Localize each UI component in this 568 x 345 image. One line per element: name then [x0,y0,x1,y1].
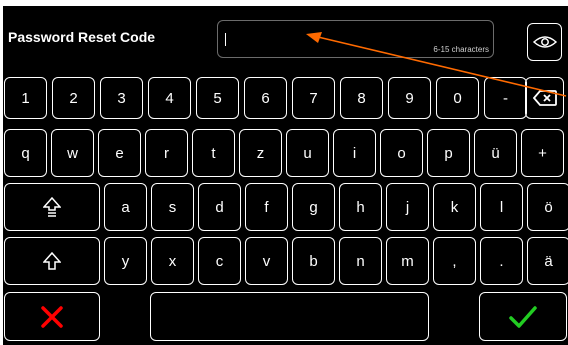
space-bar[interactable] [150,292,429,341]
key-row2-1[interactable]: q [4,129,47,177]
key-row3-2[interactable]: s [151,183,194,231]
key-row1-3[interactable]: 3 [100,77,143,119]
cancel-x-icon [41,305,63,328]
key-row2-9[interactable]: o [380,129,423,177]
key-row4-6[interactable]: n [339,237,382,285]
key-row3-5[interactable]: g [292,183,335,231]
text-cursor [225,33,226,46]
key-row3-1[interactable]: a [104,183,147,231]
key-row4-8[interactable]: , [433,237,476,285]
key-row1-8[interactable]: 8 [340,77,383,119]
key-row1-2[interactable]: 2 [52,77,95,119]
key-row3-9[interactable]: l [480,183,523,231]
key-row4-7[interactable]: m [386,237,429,285]
key-row4-1[interactable]: y [104,237,147,285]
keyboard-screen: Password Reset Code 6-15 characters 1234… [3,6,568,345]
key-row4-10[interactable]: ä [527,237,568,285]
key-row3-10[interactable]: ö [527,183,568,231]
key-row4-5[interactable]: b [292,237,335,285]
backspace-button[interactable] [525,77,564,119]
show-password-button[interactable] [527,23,562,61]
key-row2-8[interactable]: i [333,129,376,177]
key-row3-8[interactable]: k [433,183,476,231]
eye-icon [532,36,557,48]
key-row1-4[interactable]: 4 [148,77,191,119]
key-row4-3[interactable]: c [198,237,241,285]
key-row2-5[interactable]: t [192,129,235,177]
key-row1-1[interactable]: 1 [4,77,47,119]
shift-button[interactable] [4,237,100,285]
key-row2-10[interactable]: p [427,129,470,177]
key-row1-6[interactable]: 6 [244,77,287,119]
page-title: Password Reset Code [8,29,156,45]
key-row1-5[interactable]: 5 [196,77,239,119]
key-row3-6[interactable]: h [339,183,382,231]
key-row2-4[interactable]: r [145,129,188,177]
backspace-icon [532,90,557,106]
character-hint: 6-15 characters [433,45,489,54]
key-row2-7[interactable]: u [286,129,329,177]
confirm-button[interactable] [479,292,567,341]
key-row3-7[interactable]: j [386,183,429,231]
key-row2-6[interactable]: z [239,129,282,177]
key-row1-11[interactable]: - [484,77,527,119]
key-row2-2[interactable]: w [51,129,94,177]
cancel-button[interactable] [4,292,100,341]
key-row3-3[interactable]: d [198,183,241,231]
key-row1-10[interactable]: 0 [436,77,479,119]
key-row3-4[interactable]: f [245,183,288,231]
key-row4-9[interactable]: . [480,237,523,285]
key-row2-3[interactable]: e [98,129,141,177]
key-row4-2[interactable]: x [151,237,194,285]
key-row2-11[interactable]: ü [474,129,517,177]
caps-lock-button[interactable] [4,183,100,231]
caps-lock-icon [43,197,61,217]
key-row2-12[interactable]: + [521,129,564,177]
password-input[interactable]: 6-15 characters [217,20,494,58]
key-row1-9[interactable]: 9 [388,77,431,119]
shift-icon [43,252,61,270]
key-row4-4[interactable]: v [245,237,288,285]
key-row1-7[interactable]: 7 [292,77,335,119]
checkmark-icon [509,305,537,328]
